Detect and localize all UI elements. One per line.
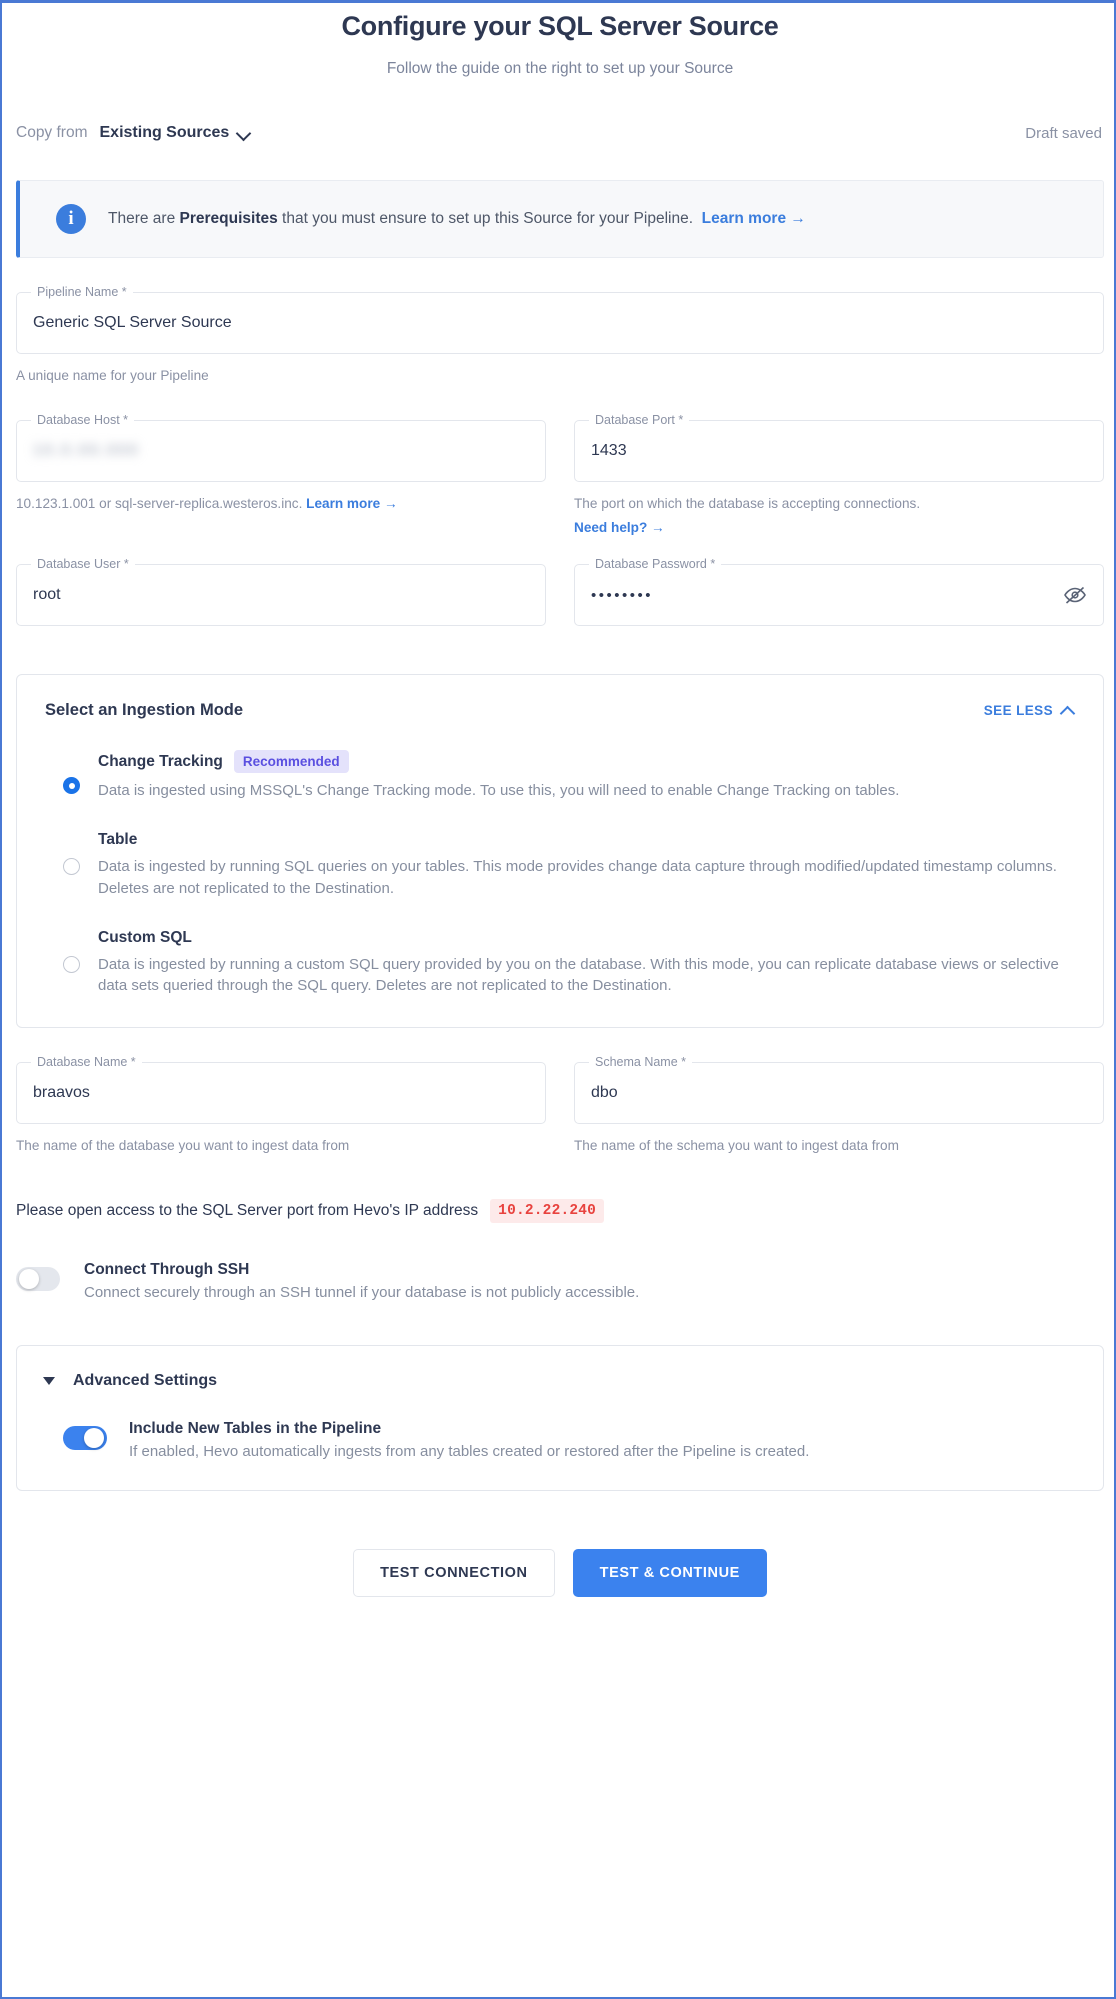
pipeline-name-input[interactable]: Generic SQL Server Source (33, 314, 232, 332)
info-icon: i (56, 204, 86, 234)
database-name-label: Database Name * (31, 1054, 142, 1069)
page-subtitle: Follow the guide on the right to set up … (386, 60, 734, 77)
see-less-label: SEE LESS (983, 703, 1053, 719)
database-host-label: Database Host * (31, 412, 135, 427)
banner-text: There are Prerequisites that you must en… (108, 210, 806, 228)
database-user-label: Database User * (31, 557, 135, 572)
database-port-help: Need help? → (574, 518, 1104, 538)
pipeline-name-field[interactable]: Pipeline Name * Generic SQL Server Sourc… (16, 285, 1104, 354)
database-schema-row: Database Name * braavos The name of the … (16, 1054, 1104, 1156)
include-new-tables-row: Include New Tables in the Pipeline If en… (43, 1420, 1077, 1460)
pipeline-name-label: Pipeline Name * (31, 285, 133, 299)
ip-access-notice: Please open access to the SQL Server por… (16, 1199, 1104, 1224)
database-port-need-help-link[interactable]: Need help? (574, 520, 647, 535)
database-host-field[interactable]: Database Host * 10.0.00.000 (16, 412, 546, 482)
option-description: Data is ingested using MSSQL's Change Tr… (98, 782, 900, 800)
database-password-label: Database Password * (589, 557, 722, 572)
schema-name-group: Schema Name * dbo The name of the schema… (560, 1054, 1104, 1156)
schema-name-input[interactable]: dbo (591, 1084, 618, 1102)
option-title: Change Tracking (98, 752, 223, 770)
option-title: Custom SQL (98, 929, 192, 946)
arrow-right-icon: → (790, 210, 806, 227)
arrow-right-icon: → (651, 520, 665, 536)
pipeline-name-group: Pipeline Name * Generic SQL Server Sourc… (16, 285, 1104, 386)
database-user-group: Database User * root (16, 557, 560, 627)
prerequisites-banner: i There are Prerequisites that you must … (16, 180, 1104, 258)
ingestion-mode-title: Select an Ingestion Mode (45, 701, 244, 720)
database-password-input[interactable]: •••••••• (591, 587, 653, 604)
database-host-learn-more-link[interactable]: Learn more (306, 496, 380, 511)
database-host-hint-text: 10.123.1.001 or sql-server-replica.weste… (16, 495, 303, 511)
caret-down-icon[interactable] (43, 1377, 55, 1386)
ssh-description: Connect securely through an SSH tunnel i… (84, 1284, 640, 1302)
option-description: Data is ingested by running a custom SQL… (98, 956, 1059, 995)
ingestion-option-change-tracking[interactable]: Change Tracking Recommended Data is inge… (45, 750, 1075, 801)
include-new-tables-title: Include New Tables in the Pipeline (129, 1420, 382, 1438)
test-connection-button[interactable]: TEST CONNECTION (353, 1549, 555, 1598)
schema-name-hint: The name of the schema you want to inges… (574, 1137, 899, 1153)
copy-from-value: Existing Sources (99, 124, 230, 141)
database-port-field[interactable]: Database Port * 1433 (574, 412, 1104, 482)
ssh-title: Connect Through SSH (84, 1261, 250, 1279)
advanced-settings-title: Advanced Settings (73, 1372, 218, 1390)
chevron-down-icon (238, 127, 251, 140)
banner-text-after: that you must ensure to set up this Sour… (277, 210, 694, 227)
schema-name-label: Schema Name * (589, 1054, 693, 1069)
host-port-row: Database Host * 10.0.00.000 10.123.1.001… (16, 412, 1104, 538)
option-title: Table (98, 831, 138, 849)
toggle-knob (84, 1428, 104, 1449)
ingestion-mode-header: Select an Ingestion Mode SEE LESS (45, 701, 1075, 720)
pipeline-name-hint: A unique name for your Pipeline (16, 368, 209, 383)
test-and-continue-button[interactable]: TEST & CONTINUE (572, 1549, 767, 1598)
database-user-field[interactable]: Database User * root (16, 557, 546, 627)
radio-change-tracking[interactable] (63, 777, 80, 795)
chevron-up-icon (1062, 704, 1075, 717)
ingestion-mode-card: Select an Ingestion Mode SEE LESS Change… (16, 674, 1104, 1028)
database-host-hint: 10.123.1.001 or sql-server-replica.weste… (16, 494, 546, 514)
ip-notice-text: Please open access to the SQL Server por… (16, 1202, 479, 1220)
database-host-group: Database Host * 10.0.00.000 10.123.1.001… (16, 412, 560, 538)
banner-bold: Prerequisites (179, 210, 278, 227)
database-user-input[interactable]: root (33, 586, 61, 604)
database-name-input[interactable]: braavos (33, 1084, 90, 1102)
database-name-hint: The name of the database you want to ing… (16, 1137, 350, 1153)
option-description: Data is ingested by running SQL queries … (98, 858, 1057, 897)
copy-from-label: Copy from (16, 124, 88, 141)
schema-name-field[interactable]: Schema Name * dbo (574, 1054, 1104, 1124)
radio-custom-sql[interactable] (63, 956, 80, 973)
database-port-hint: The port on which the database is accept… (574, 495, 921, 511)
database-password-group: Database Password * •••••••• (560, 557, 1104, 627)
advanced-settings-card: Advanced Settings Include New Tables in … (16, 1345, 1104, 1492)
eye-off-icon[interactable] (1063, 583, 1087, 607)
page-title: Configure your SQL Server Source (341, 11, 779, 41)
database-name-group: Database Name * braavos The name of the … (16, 1054, 560, 1156)
action-buttons: TEST CONNECTION TEST & CONTINUE (16, 1549, 1104, 1653)
copy-from-dropdown[interactable]: Existing Sources (100, 124, 252, 142)
ingestion-option-table[interactable]: Table Data is ingested by running SQL qu… (45, 831, 1075, 899)
user-password-row: Database User * root Database Password *… (16, 557, 1104, 627)
see-less-toggle[interactable]: SEE LESS (984, 703, 1075, 718)
database-port-input[interactable]: 1433 (591, 442, 627, 460)
advanced-settings-header[interactable]: Advanced Settings (43, 1372, 1077, 1390)
arrow-right-icon: → (383, 495, 398, 511)
recommended-badge: Recommended (233, 750, 349, 774)
banner-text-before: There are (108, 210, 180, 227)
database-password-field[interactable]: Database Password * •••••••• (574, 557, 1104, 627)
include-new-tables-toggle[interactable] (63, 1426, 107, 1451)
copy-from-row: Copy from Existing Sources Draft saved (16, 124, 1104, 142)
database-name-field[interactable]: Database Name * braavos (16, 1054, 546, 1124)
ingestion-option-custom-sql[interactable]: Custom SQL Data is ingested by running a… (45, 929, 1075, 997)
source-configuration-page: Configure your SQL Server Source Follow … (0, 0, 1116, 1999)
database-port-group: Database Port * 1433 The port on which t… (560, 412, 1104, 538)
include-new-tables-description: If enabled, Hevo automatically ingests f… (129, 1443, 810, 1461)
ip-address-chip: 10.2.22.240 (490, 1199, 605, 1224)
ssh-toggle[interactable] (16, 1267, 60, 1292)
database-host-input[interactable]: 10.0.00.000 (33, 442, 140, 460)
database-port-label: Database Port * (589, 412, 690, 427)
radio-table[interactable] (63, 858, 80, 876)
toggle-knob (19, 1269, 39, 1290)
draft-status: Draft saved (1025, 124, 1102, 142)
connect-through-ssh-row: Connect Through SSH Connect securely thr… (16, 1261, 1104, 1301)
banner-learn-more-link[interactable]: Learn more (702, 210, 786, 227)
